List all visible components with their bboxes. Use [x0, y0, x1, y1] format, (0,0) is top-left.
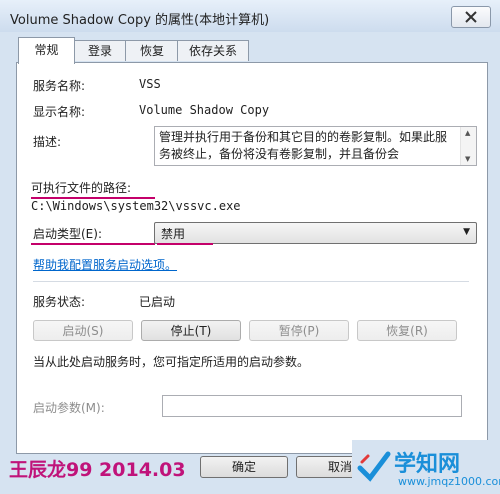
tab-recovery[interactable]: 恢复	[125, 40, 179, 61]
description-text: 管理并执行用于备份和其它目的的卷影复制。如果此服务被终止，备份将没有卷影复制，并…	[159, 130, 448, 161]
ok-button[interactable]: 确定	[200, 456, 288, 478]
chevron-down-icon: ▼	[463, 227, 470, 237]
general-panel: 服务名称: VSS 显示名称: Volume Shadow Copy 描述: 管…	[16, 62, 488, 454]
pause-button[interactable]: 暂停(P)	[249, 320, 349, 341]
site-logo: 学知网 www.jmqz1000.com	[352, 440, 500, 494]
logo-text: 学知网	[394, 452, 461, 477]
service-name-value: VSS	[139, 77, 161, 91]
exe-path-label: 可执行文件的路径:	[31, 181, 132, 195]
startup-params-label: 启动参数(M):	[33, 401, 105, 415]
startup-type-value: 禁用	[161, 227, 186, 241]
tab-general[interactable]: 常规	[18, 37, 75, 64]
description-scrollbar[interactable]: ▲ ▼	[460, 127, 476, 165]
startup-params-input[interactable]	[162, 395, 462, 417]
scroll-down-icon[interactable]: ▼	[465, 155, 470, 163]
close-icon	[465, 11, 477, 23]
startup-type-select[interactable]: 禁用 ▼	[154, 222, 477, 244]
display-name-label: 显示名称:	[33, 105, 86, 119]
resume-button[interactable]: 恢复(R)	[357, 320, 457, 341]
divider	[33, 281, 469, 282]
logo-check-icon	[357, 451, 391, 482]
stop-button[interactable]: 停止(T)	[141, 320, 241, 341]
tab-dependencies[interactable]: 依存关系	[177, 40, 249, 61]
help-configure-link[interactable]: 帮助我配置服务启动选项。	[33, 256, 177, 273]
service-status-value: 已启动	[139, 295, 176, 309]
startup-type-label: 启动类型(E):	[33, 227, 102, 241]
tab-logon[interactable]: 登录	[73, 40, 127, 61]
service-status-label: 服务状态:	[33, 295, 86, 309]
description-box[interactable]: 管理并执行用于备份和其它目的的卷影复制。如果此服务被终止，备份将没有卷影复制，并…	[154, 126, 477, 166]
annotation-underline-startup-right	[157, 243, 213, 245]
description-label: 描述:	[33, 135, 62, 149]
start-button[interactable]: 启动(S)	[33, 320, 133, 341]
service-name-label: 服务名称:	[33, 79, 86, 93]
annotation-underline-startup-left	[31, 243, 155, 245]
title-bar: Volume Shadow Copy 的属性(本地计算机)	[0, 0, 500, 32]
close-button[interactable]	[451, 6, 491, 28]
startup-params-hint: 当从此处启动服务时，您可指定所适用的启动参数。	[33, 355, 310, 369]
window-title: Volume Shadow Copy 的属性(本地计算机)	[10, 13, 270, 28]
logo-url: www.jmqz1000.com	[398, 475, 500, 488]
exe-path-value: C:\Windows\system32\vssvc.exe	[31, 199, 241, 213]
display-name-value: Volume Shadow Copy	[139, 103, 270, 117]
scroll-up-icon[interactable]: ▲	[465, 129, 470, 137]
author-watermark: 王辰龙99 2014.03	[9, 459, 186, 481]
